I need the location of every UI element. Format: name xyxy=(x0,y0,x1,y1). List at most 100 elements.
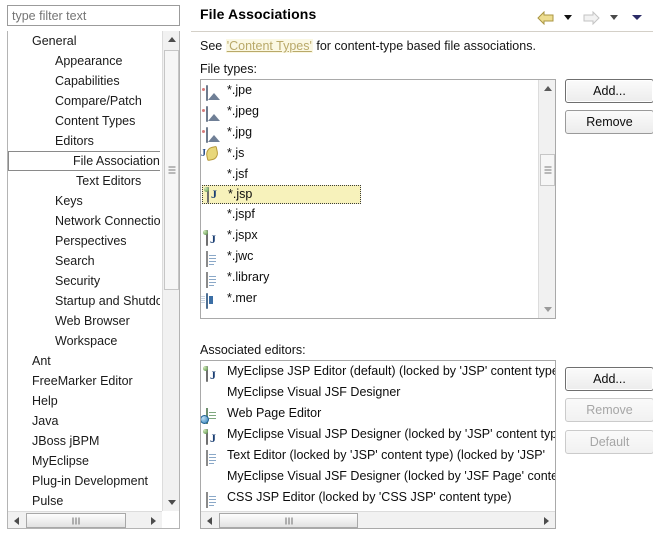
file-type-row[interactable]: J *.js xyxy=(201,143,538,164)
tree-item-label: Help xyxy=(32,394,58,408)
forward-menu-chevron-down-icon[interactable] xyxy=(604,9,624,26)
sidebar-item-security[interactable]: Security xyxy=(8,271,160,291)
sidebar-item-myeclipse[interactable]: MyEclipse xyxy=(8,451,160,471)
sidebar-item-web-browser[interactable]: Web Browser xyxy=(8,311,160,331)
file-types-scroll-thumb[interactable] xyxy=(540,154,555,186)
remove-file-type-button[interactable]: Remove xyxy=(565,110,653,134)
sidebar-item-java[interactable]: Java xyxy=(8,411,160,431)
sidebar-item-general[interactable]: General xyxy=(8,31,160,51)
sidebar-item-file-associations[interactable]: File Associations xyxy=(8,151,160,171)
scroll-down-icon[interactable] xyxy=(163,494,179,511)
tree-item-label: Startup and Shutdown xyxy=(55,294,160,308)
associated-editor-row[interactable]: MyEclipse Visual JSF Designer xyxy=(201,382,555,403)
associated-editor-row[interactable]: MyEclipse Visual JSF Designer (locked by… xyxy=(201,466,555,487)
remove-editor-button[interactable]: Remove xyxy=(565,398,653,422)
sidebar-horizontal-scrollbar[interactable] xyxy=(8,511,162,528)
description-text: See 'Content Types' for content-type bas… xyxy=(200,39,536,53)
tree-item-label: Web Browser xyxy=(55,314,130,328)
document-file-icon xyxy=(206,448,222,466)
file-type-row[interactable]: *.jsf xyxy=(201,164,538,185)
file-type-row[interactable]: *.jwc xyxy=(201,246,538,267)
tree-item-label: Perspectives xyxy=(55,234,127,248)
sidebar-hscroll-thumb[interactable] xyxy=(26,513,126,528)
file-type-row[interactable]: *.jpe xyxy=(201,80,538,101)
file-types-listbox[interactable]: *.jpe *.jpeg *.jpg J *.js *.jsf *.jsp *.jspf *.j… xyxy=(200,79,556,319)
scroll-down-icon[interactable] xyxy=(539,301,555,318)
sidebar-scroll-thumb[interactable] xyxy=(164,50,179,290)
tree-item-label: Content Types xyxy=(55,114,136,128)
associated-editor-label: MyEclipse Visual JSP Designer (locked by… xyxy=(227,427,555,441)
back-arrow-icon[interactable] xyxy=(535,9,555,26)
tree-item-label: Ant xyxy=(32,354,51,368)
sidebar-item-appearance[interactable]: Appearance xyxy=(8,51,160,71)
associated-editors-list[interactable]: MyEclipse JSP Editor (default) (locked b… xyxy=(201,361,555,511)
tree-item-label: Appearance xyxy=(55,54,123,68)
associated-editor-row[interactable]: Web Page Editor xyxy=(201,403,555,424)
content-types-link[interactable]: 'Content Types' xyxy=(225,39,313,53)
sidebar-item-editors[interactable]: Editors xyxy=(8,131,160,151)
back-menu-chevron-down-icon[interactable] xyxy=(558,9,578,26)
file-type-label: *.jspf xyxy=(227,207,255,221)
sidebar-item-ant[interactable]: Ant xyxy=(8,351,160,371)
scroll-up-icon[interactable] xyxy=(539,80,555,97)
tree-item-label: Capabilities xyxy=(55,74,120,88)
associated-editor-row[interactable]: Text Editor (locked by 'JSP' content typ… xyxy=(201,445,555,466)
filter-input-wrapper[interactable] xyxy=(7,5,180,26)
sidebar-item-pulse[interactable]: Pulse xyxy=(8,491,160,509)
tree-item-label: Compare/Patch xyxy=(55,94,142,108)
scroll-right-icon[interactable] xyxy=(538,512,555,528)
associated-editors-listbox[interactable]: MyEclipse JSP Editor (default) (locked b… xyxy=(200,360,556,529)
preferences-tree-list[interactable]: General Appearance Capabilities Compare/Pat… xyxy=(8,31,160,509)
file-types-list[interactable]: *.jpe *.jpeg *.jpg J *.js *.jsf *.jsp *.jspf *.j… xyxy=(201,80,538,318)
file-type-label: *.jsp xyxy=(228,187,253,201)
editors-horizontal-scrollbar[interactable] xyxy=(201,511,555,528)
jsp-file-icon xyxy=(206,228,222,246)
file-types-vertical-scrollbar[interactable] xyxy=(538,80,555,318)
add-editor-button[interactable]: Add... xyxy=(565,367,653,391)
scroll-up-icon[interactable] xyxy=(163,31,179,48)
tree-item-label: Plug-in Development xyxy=(32,474,149,488)
sidebar-item-compare-patch[interactable]: Compare/Patch xyxy=(8,91,160,111)
associated-editor-row[interactable]: MyEclipse Visual JSP Designer (locked by… xyxy=(201,424,555,445)
associated-editor-row[interactable]: MyEclipse JSP Editor (default) (locked b… xyxy=(201,361,555,382)
sidebar-item-help[interactable]: Help xyxy=(8,391,160,411)
file-type-label: *.jpeg xyxy=(227,104,259,118)
sidebar-item-content-types[interactable]: Content Types xyxy=(8,111,160,131)
search-input[interactable] xyxy=(8,6,179,25)
sidebar-item-perspectives[interactable]: Perspectives xyxy=(8,231,160,251)
associated-editor-label: CSS JSP Editor (locked by 'CSS JSP' cont… xyxy=(227,490,512,504)
jsp-file-icon xyxy=(207,186,223,203)
file-type-row[interactable]: *.jspx xyxy=(201,225,538,246)
sidebar-item-text-editors[interactable]: Text Editors xyxy=(8,171,160,191)
associated-editor-row[interactable]: CSS JSP Editor (locked by 'CSS JSP' cont… xyxy=(201,487,555,508)
file-type-row[interactable]: *.jspf xyxy=(201,204,538,225)
sidebar-item-keys[interactable]: Keys xyxy=(8,191,160,211)
add-file-type-button[interactable]: Add... xyxy=(565,79,653,103)
sidebar-item-jboss-jbpm[interactable]: JBoss jBPM xyxy=(8,431,160,451)
file-type-row[interactable]: *.jpg xyxy=(201,122,538,143)
sidebar-item-network-connections[interactable]: Network Connections xyxy=(8,211,160,231)
scroll-left-icon[interactable] xyxy=(8,512,25,528)
scroll-right-icon[interactable] xyxy=(145,512,162,528)
forward-arrow-icon[interactable] xyxy=(581,9,601,26)
sidebar-item-workspace[interactable]: Workspace xyxy=(8,331,160,351)
sidebar-item-search[interactable]: Search xyxy=(8,251,160,271)
sidebar-item-startup-and-shutdown[interactable]: Startup and Shutdown xyxy=(8,291,160,311)
sidebar-item-plug-in-development[interactable]: Plug-in Development xyxy=(8,471,160,491)
sidebar-vertical-scrollbar[interactable] xyxy=(162,31,179,511)
editors-hscroll-thumb[interactable] xyxy=(219,513,358,528)
sidebar-item-capabilities[interactable]: Capabilities xyxy=(8,71,160,91)
file-type-row-selected[interactable]: *.jsp xyxy=(202,185,361,204)
scroll-left-icon[interactable] xyxy=(201,512,218,528)
web-page-editor-icon xyxy=(206,406,222,424)
associated-editor-label: MyEclipse Visual JSF Designer (locked by… xyxy=(227,469,555,483)
view-menu-chevron-down-icon[interactable] xyxy=(627,9,647,26)
default-editor-button[interactable]: Default xyxy=(565,430,653,454)
file-type-row[interactable]: *.jpeg xyxy=(201,101,538,122)
tree-item-selected[interactable]: File Associations xyxy=(8,151,160,171)
file-type-row[interactable]: *.mer xyxy=(201,288,538,309)
sidebar-item-freemarker-editor[interactable]: FreeMarker Editor xyxy=(8,371,160,391)
file-type-row[interactable]: *.library xyxy=(201,267,538,288)
preferences-tree[interactable]: General Appearance Capabilities Compare/Pat… xyxy=(7,31,180,529)
tree-item-label: FreeMarker Editor xyxy=(32,374,133,388)
